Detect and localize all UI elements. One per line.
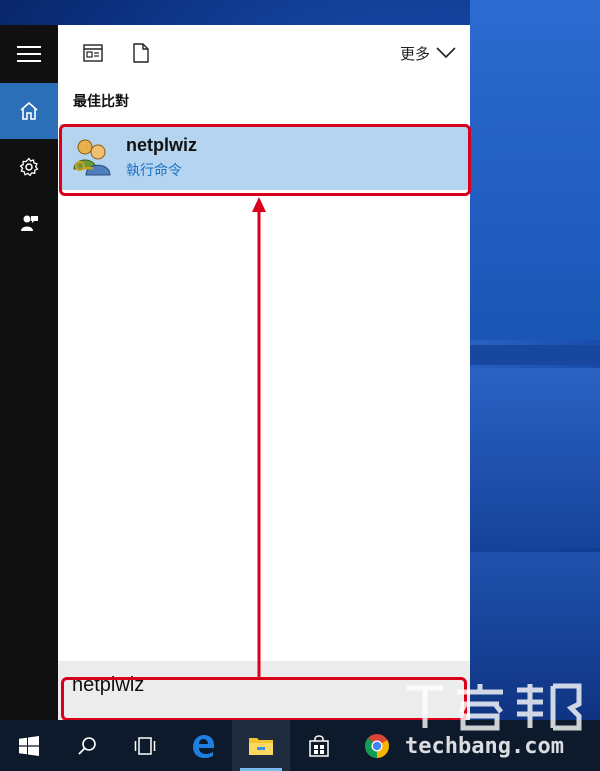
chevron-down-icon [436, 47, 456, 59]
start-button[interactable] [0, 720, 58, 771]
chrome-icon [364, 733, 389, 758]
wallpaper-panel [470, 345, 600, 365]
hamburger-menu-icon [17, 46, 41, 62]
best-match-heading: 最佳比對 [73, 93, 129, 109]
more-filters-button[interactable]: 更多 [400, 43, 456, 64]
edge-icon [193, 734, 214, 758]
wallpaper-panel [470, 368, 600, 548]
settings-gear-icon [19, 157, 39, 177]
search-icon [78, 736, 96, 755]
documents-filter-button[interactable] [130, 42, 152, 64]
task-view-button[interactable] [116, 720, 174, 771]
watermark-text: techbang.com [405, 734, 564, 759]
wallpaper-panel [470, 0, 600, 340]
hamburger-menu-button[interactable] [0, 25, 58, 83]
file-explorer-button[interactable] [232, 720, 290, 771]
techbang-watermark: techbang.com [405, 682, 595, 764]
home-icon [20, 101, 38, 120]
edge-button[interactable] [174, 720, 232, 771]
store-icon [309, 734, 329, 757]
techbang-logo [407, 683, 582, 731]
more-label: 更多 [399, 45, 430, 63]
settings-button[interactable] [0, 139, 58, 195]
document-icon [133, 43, 149, 63]
task-view-icon [134, 736, 156, 755]
app-window-icon [83, 44, 103, 62]
feedback-icon [21, 215, 38, 231]
chrome-button[interactable] [348, 720, 406, 771]
home-button[interactable] [0, 83, 58, 139]
windows-start-icon [19, 735, 39, 756]
start-rail [0, 25, 58, 720]
filter-bar: 更多 [58, 25, 470, 81]
search-button[interactable] [58, 720, 116, 771]
file-explorer-icon [249, 737, 273, 755]
store-button[interactable] [290, 720, 348, 771]
feedback-button[interactable] [0, 195, 58, 251]
apps-filter-button[interactable] [82, 42, 104, 64]
result-highlight-box [59, 124, 471, 196]
